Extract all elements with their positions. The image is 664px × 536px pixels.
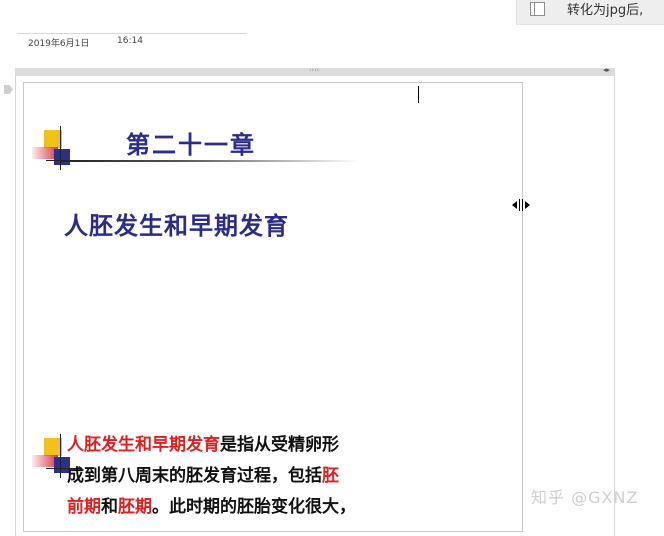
- watermark: 知乎 @GXNZ: [531, 488, 639, 507]
- paragraph-marker-icon[interactable]: [4, 85, 13, 94]
- note-date: 2019年6月1日: [28, 39, 90, 49]
- drag-handle-icon[interactable]: ····: [309, 66, 319, 75]
- text-caret: [418, 86, 419, 103]
- column-resize-cursor-icon: [512, 199, 530, 214]
- slide-title: 第二十一章: [126, 130, 256, 159]
- tooltip-text: 转化为jpg后,: [567, 2, 644, 18]
- slide-bullet-decoration: [30, 126, 80, 172]
- highlight-term: 胚: [322, 466, 339, 486]
- highlight-term: 前期: [67, 497, 101, 517]
- note-time: 16:14: [117, 36, 143, 46]
- document-icon: [530, 2, 545, 16]
- body-line-1: 人胚发生和早期发育是指从受精卵形: [67, 435, 339, 455]
- expand-arrows-icon[interactable]: ◂▸: [603, 66, 610, 74]
- slide-body-text: 人胚发生和早期发育是指从受精卵形 成到第八周末的胚发育过程，包括胚 前期和胚期。…: [67, 430, 397, 523]
- slide-subtitle: 人胚发生和早期发育: [64, 211, 289, 240]
- highlight-term: 人胚发生和早期发育: [67, 435, 220, 455]
- title-underline: [60, 160, 360, 162]
- table-cell-empty[interactable]: [413, 82, 523, 532]
- conversion-tooltip: 转化为jpg后,: [516, 0, 664, 25]
- header-divider: [17, 33, 247, 34]
- highlight-term: 胚期: [118, 497, 152, 517]
- body-line-3: 前期和胚期。此时期的胚胎变化很大，: [67, 497, 356, 517]
- body-line-2: 成到第八周末的胚发育过程，包括胚: [67, 466, 339, 486]
